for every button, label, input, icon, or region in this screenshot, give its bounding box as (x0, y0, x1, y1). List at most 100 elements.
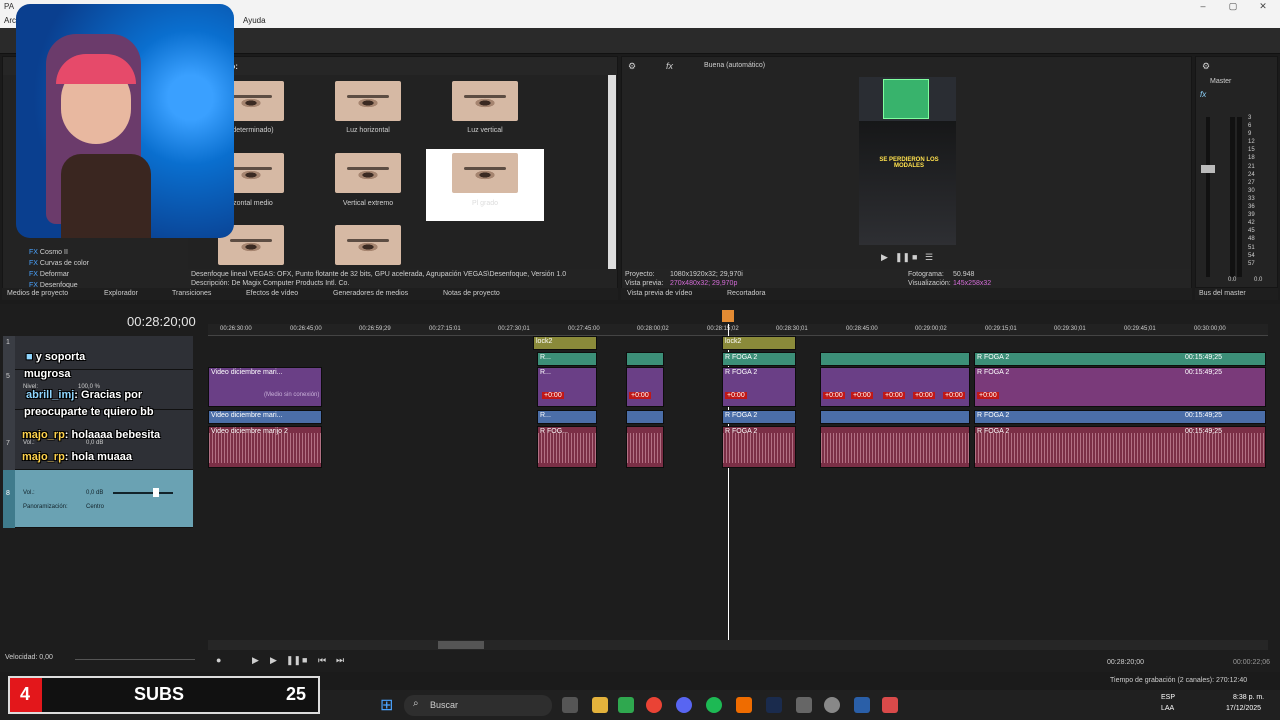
clip-video-blue[interactable]: R FOGA 2 00:15:49;25 (974, 410, 1266, 424)
effects-scrollbar[interactable] (608, 75, 616, 269)
windows-start-icon[interactable]: ⊞ (380, 695, 393, 715)
vol-slider-handle[interactable] (153, 488, 159, 497)
clip-video[interactable]: R FOGA 2 00:15:49;25 (974, 352, 1266, 366)
clip-video-blue[interactable] (626, 410, 664, 424)
stop-icon[interactable]: ■ (912, 252, 917, 262)
clip-video[interactable]: R... (537, 352, 597, 366)
clip-lock[interactable]: lock2 (533, 336, 597, 350)
clip-video-main[interactable]: Video diciembre mari... (Medio sin conex… (208, 367, 322, 407)
tab-transitions[interactable]: Transiciones (172, 290, 211, 297)
settings-icon[interactable]: ⚙ (628, 61, 636, 72)
master-label: Master (1210, 78, 1232, 85)
prev-icon[interactable]: ⏮ (318, 655, 326, 666)
clip-audio[interactable]: R FOGA 2 (722, 426, 796, 468)
fx-icon[interactable]: fx (1200, 90, 1206, 99)
pause-icon[interactable]: ❚❚ (286, 655, 301, 666)
maximize-icon[interactable]: ▢ (1226, 1, 1240, 13)
hscroll-thumb[interactable] (438, 641, 484, 649)
display-label: Visualización: (908, 280, 951, 287)
lang-label-2[interactable]: LAA (1161, 705, 1174, 712)
clip-video[interactable]: +0:00 +0:00 +0:00 +0:00 +0:00 (820, 367, 970, 407)
effect-thumb[interactable] (335, 225, 401, 265)
quality-select[interactable]: Buena (automático) (704, 62, 765, 69)
play-icon[interactable]: ▶ (252, 655, 259, 666)
timeline-hscroll[interactable] (208, 640, 1268, 650)
tab-video-fx[interactable]: Efectos de vídeo (246, 290, 298, 297)
next-icon[interactable]: ⏭ (336, 655, 344, 666)
effects-list-item[interactable]: FX Curvas de color (29, 260, 179, 271)
chrome-icon[interactable] (646, 697, 662, 713)
app-icon[interactable] (618, 697, 634, 713)
vol-slider[interactable] (113, 492, 173, 494)
minimize-icon[interactable]: – (1196, 1, 1210, 13)
clip-video[interactable]: R FOGA 2 (722, 352, 796, 366)
app-icon[interactable] (736, 697, 752, 713)
clip-audio[interactable] (820, 426, 970, 468)
close-icon[interactable]: ✕ (1256, 1, 1270, 13)
master-fader-handle[interactable] (1201, 165, 1215, 173)
pause-icon[interactable]: ❚❚ (895, 252, 910, 263)
record-icon[interactable]: ● (216, 655, 221, 665)
tab-trimmer[interactable]: Recortadora (727, 290, 766, 297)
tab-video-preview[interactable]: Vista previa de vídeo (627, 290, 692, 297)
play-icon[interactable]: ▶ (881, 252, 888, 263)
tab-media-generators[interactable]: Generadores de medios (333, 290, 408, 297)
taskbar-search[interactable]: ⌕ Buscar (404, 695, 552, 716)
vegas-icon[interactable] (854, 697, 870, 713)
effect-thumb[interactable] (452, 81, 518, 121)
task-view-icon[interactable] (562, 697, 578, 713)
effect-thumb[interactable] (452, 153, 518, 193)
app-icon[interactable] (796, 697, 812, 713)
lang-label[interactable]: ESP (1161, 694, 1175, 701)
playhead-marker[interactable] (722, 310, 734, 322)
effect-thumb[interactable] (335, 81, 401, 121)
clip-video-blue[interactable]: Video diciembre mari... (208, 410, 322, 424)
tab-explorer[interactable]: Explorador (104, 290, 138, 297)
clip-video[interactable]: R... +0:00 (537, 367, 597, 407)
effect-label: Luz vertical (467, 127, 503, 134)
effects-list-item[interactable]: FX Cosmo II (29, 249, 179, 260)
speed-slider[interactable] (75, 659, 195, 660)
tab-project-media[interactable]: Medios de proyecto (7, 290, 68, 297)
fx-icon[interactable]: fx (666, 61, 673, 71)
menu-file[interactable]: Arc (4, 16, 16, 25)
effects-list-item[interactable]: FX Deformar (29, 271, 179, 282)
tab-project-notes[interactable]: Notas de proyecto (443, 290, 500, 297)
chat-message: majo_rp: holaaaa bebesita (22, 429, 161, 441)
clip-video-blue[interactable]: R... (537, 410, 597, 424)
photoshop-icon[interactable] (766, 697, 782, 713)
stop-icon[interactable]: ■ (302, 655, 307, 665)
effect-label: Luz horizontal (346, 127, 390, 134)
clip-video[interactable]: R FOGA 2 +0:00 (722, 367, 796, 407)
app-icon[interactable] (824, 697, 840, 713)
clip-video[interactable] (626, 352, 664, 366)
clip-video[interactable] (820, 352, 970, 366)
effect-thumb[interactable] (335, 153, 401, 193)
app-icon[interactable] (882, 697, 898, 713)
clip-video-blue[interactable] (820, 410, 970, 424)
clip-video[interactable]: R FOGA 2 00:15:49;25 +0:00 (974, 367, 1266, 407)
tab-master-bus[interactable]: Bus del master (1199, 290, 1246, 297)
master-fader-track[interactable] (1206, 117, 1210, 277)
clip-lock[interactable]: lock2 (722, 336, 796, 350)
settings-icon[interactable]: ⚙ (1202, 61, 1210, 72)
clock-date[interactable]: 17/12/2025 (1226, 705, 1261, 712)
file-explorer-icon[interactable] (592, 697, 608, 713)
ruler-label: 00:28:15;02 (707, 326, 739, 332)
timeline-ruler[interactable]: 00:26:30:00 00:26:45;00 00:26:59;29 00:2… (208, 324, 1268, 336)
track-header-audio8[interactable]: Vol.: 0,0 dB Panoramización: Centro (3, 470, 193, 528)
spotify-icon[interactable] (706, 697, 722, 713)
clip-video-blue[interactable]: R FOGA 2 (722, 410, 796, 424)
menu-help[interactable]: Ayuda (243, 16, 266, 25)
master-right-level: 0.0 (1254, 277, 1263, 283)
discord-icon[interactable] (676, 697, 692, 713)
clip-audio[interactable]: R FOGA 2 00:15:49;25 (974, 426, 1266, 468)
clip-audio[interactable] (626, 426, 664, 468)
clock-time[interactable]: 8:38 p. m. (1233, 694, 1264, 701)
clip-audio[interactable]: Video diciembre marijo 2 (208, 426, 322, 468)
ruler-label: 00:26:59;29 (359, 326, 391, 332)
play-from-start-icon[interactable]: ▶ (270, 655, 277, 666)
menu-icon[interactable]: ☰ (925, 252, 933, 263)
clip-audio[interactable]: R FOG... (537, 426, 597, 468)
clip-video[interactable]: +0:00 (626, 367, 664, 407)
